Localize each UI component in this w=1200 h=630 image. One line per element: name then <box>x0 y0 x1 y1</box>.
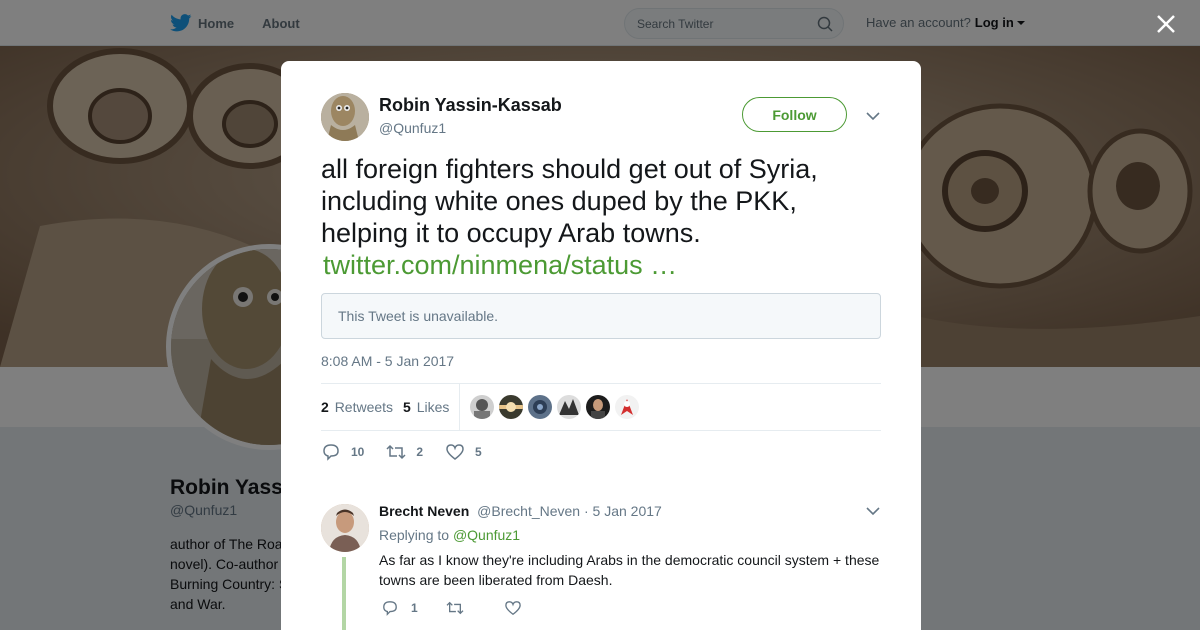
reply-like-button[interactable] <box>504 600 534 616</box>
retweet-icon <box>446 601 464 615</box>
reply-actions: 1 <box>381 600 562 616</box>
retweets-count: 2 <box>321 399 329 415</box>
retweet-count: 2 <box>416 445 424 459</box>
retweets-label: Retweets <box>334 399 394 415</box>
author-name[interactable]: Robin Yassin-Kassab <box>379 95 562 116</box>
stats-divider <box>459 383 461 431</box>
close-icon[interactable] <box>1154 12 1178 36</box>
like-count: 5 <box>475 445 482 459</box>
reply-icon <box>323 444 339 461</box>
replying-to-link[interactable]: @Qunfuz1 <box>453 527 520 543</box>
reply-author-name[interactable]: Brecht Neven <box>379 503 469 519</box>
reply-author-handle[interactable]: @Brecht_Neven <box>477 503 580 519</box>
tweet-text: all foreign fighters should get out of S… <box>321 153 881 281</box>
liker-avatar[interactable] <box>615 395 640 419</box>
reply-text: As far as I know they're including Arabs… <box>379 552 880 588</box>
tweet-actions: 10 2 5 <box>321 441 504 463</box>
follow-button[interactable]: Follow <box>742 97 847 132</box>
chevron-down-icon[interactable] <box>866 506 880 516</box>
retweet-icon <box>386 444 406 460</box>
tweet-link[interactable]: twitter.com/ninmena/status … <box>323 249 881 281</box>
liker-avatar[interactable] <box>586 395 611 419</box>
reply-count: 10 <box>351 445 365 459</box>
reply-reply-count: 1 <box>411 601 418 615</box>
likers-avatars <box>470 395 644 419</box>
liker-avatar[interactable] <box>528 395 553 419</box>
reply-icon <box>383 601 397 616</box>
likes-stat[interactable]: 5 Likes <box>403 399 449 415</box>
tweet-timestamp[interactable]: 8:08 AM - 5 Jan 2017 <box>321 353 454 369</box>
liker-avatar[interactable] <box>557 395 582 419</box>
reply-reply-button[interactable]: 1 <box>381 600 418 616</box>
tweet-stats: 2 Retweets 5 Likes <box>321 383 881 431</box>
likes-label: Likes <box>416 399 450 415</box>
author-avatar[interactable] <box>321 93 369 141</box>
reply-button[interactable]: 10 <box>321 443 364 461</box>
tweet-body: all foreign fighters should get out of S… <box>321 154 818 248</box>
quoted-tweet-unavailable: This Tweet is unavailable. <box>321 293 881 339</box>
reply-header: Brecht Neven @Brecht_Neven · 5 Jan 2017 <box>379 503 662 519</box>
heart-icon <box>504 601 521 616</box>
chevron-down-icon[interactable] <box>866 111 880 121</box>
replying-prefix: Replying to <box>379 527 450 543</box>
retweet-button[interactable]: 2 <box>386 443 423 461</box>
retweets-stat[interactable]: 2 Retweets <box>321 399 393 415</box>
replying-to: Replying to @Qunfuz1 <box>379 527 520 543</box>
reply-author-avatar[interactable] <box>321 504 369 552</box>
like-button[interactable]: 5 <box>445 443 482 461</box>
likes-count: 5 <box>403 399 411 415</box>
reply-separator: · <box>583 503 589 519</box>
liker-avatar[interactable] <box>499 395 524 419</box>
author-handle[interactable]: @Qunfuz1 <box>379 120 446 136</box>
reply-date[interactable]: 5 Jan 2017 <box>593 503 662 519</box>
thread-line <box>342 557 346 630</box>
tweet-modal: Robin Yassin-Kassab @Qunfuz1 Follow all … <box>281 61 921 630</box>
liker-avatar[interactable] <box>470 395 495 419</box>
heart-icon <box>446 444 464 460</box>
reply-retweet-button[interactable] <box>446 600 476 616</box>
